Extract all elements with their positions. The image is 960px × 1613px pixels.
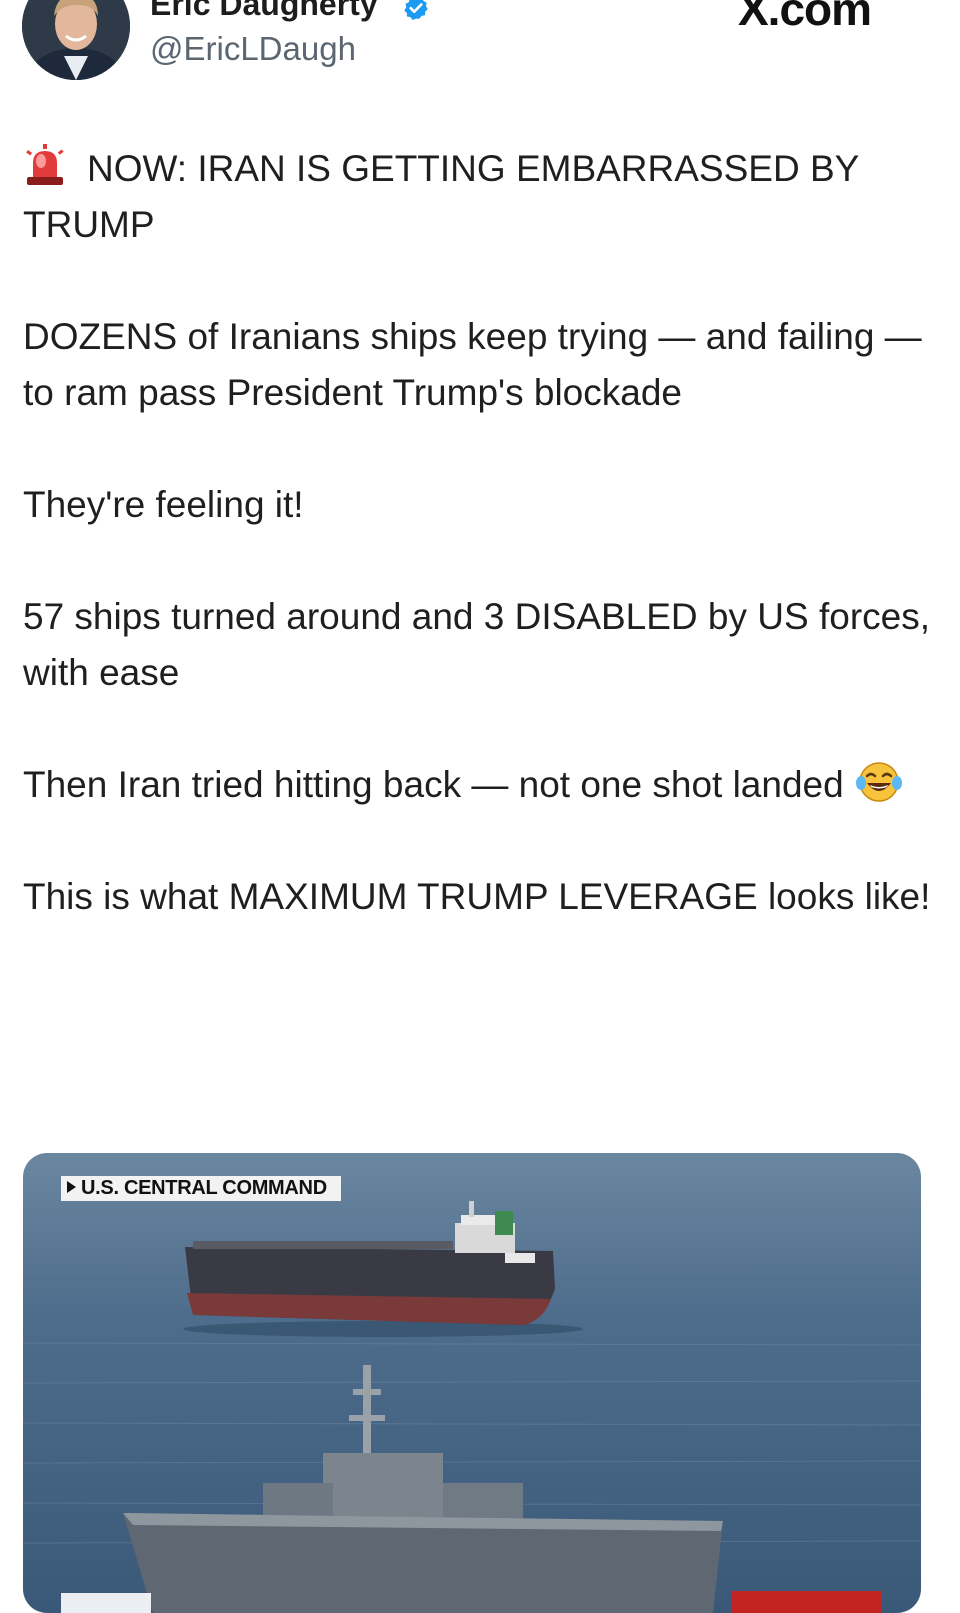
tweet-paragraph-1: NOW: IRAN IS GETTING EMBARRASSED BY TRUM… — [23, 141, 933, 253]
avatar-photo-icon — [22, 0, 130, 80]
tweet-paragraph-3: They're feeling it! — [23, 484, 304, 525]
play-triangle-icon — [67, 1181, 76, 1193]
tweet-paragraph-2: DOZENS of Iranians ships keep trying — a… — [23, 316, 922, 413]
author-display-name[interactable]: Eric Daugherty — [150, 0, 378, 23]
verified-badge-icon — [404, 0, 428, 21]
ship-photo-image — [23, 1153, 921, 1613]
tweet-paragraph-5: Then Iran tried hitting back — not one s… — [23, 757, 933, 813]
avatar[interactable] — [22, 0, 130, 80]
source-label-text: U.S. CENTRAL COMMAND — [81, 1177, 327, 1199]
source-label: U.S. CENTRAL COMMAND — [61, 1176, 341, 1201]
tweet-paragraph-4: 57 ships turned around and 3 DISABLED by… — [23, 596, 931, 693]
author-handle[interactable]: @EricLDaugh — [150, 30, 356, 68]
x-com-logo: X.com — [738, 0, 872, 35]
tweet-line-1: NOW: IRAN IS GETTING EMBARRASSED BY TRUM… — [23, 148, 859, 245]
tweet-text: NOW: IRAN IS GETTING EMBARRASSED BY TRUM… — [23, 141, 933, 925]
tweet-media-image[interactable]: U.S. CENTRAL COMMAND — [23, 1153, 921, 1613]
tweet-paragraph-6: This is what MAXIMUM TRUMP LEVERAGE look… — [23, 876, 931, 917]
tweet-header: Eric Daugherty @EricLDaugh X.com — [0, 0, 960, 100]
tears-of-joy-emoji-icon — [855, 762, 902, 802]
police-siren-emoji-icon — [26, 144, 64, 185]
tweet-paragraph-5-text: Then Iran tried hitting back — not one s… — [23, 764, 844, 805]
